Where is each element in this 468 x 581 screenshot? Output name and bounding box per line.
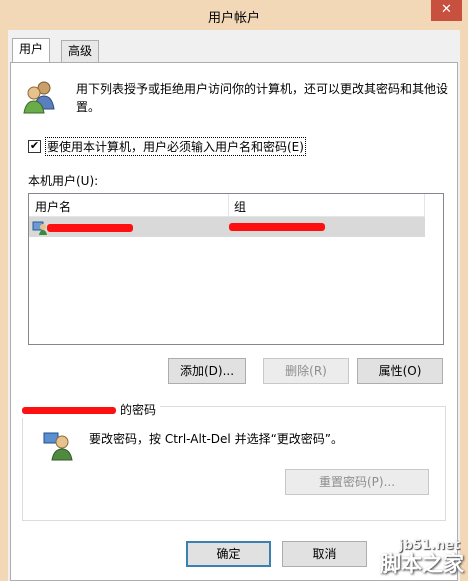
dialog-body: 用户 高级 用下列表授予或拒绝用户访问你的计算机，还可以更改其密码和其他设置。 … bbox=[8, 30, 460, 581]
column-separator[interactable] bbox=[424, 194, 425, 216]
require-login-option[interactable]: ✔ 要使用本计算机，用户必须输入用户名和密码(E) bbox=[28, 137, 306, 156]
reset-password-button[interactable]: 重置密码(P)... bbox=[285, 469, 429, 495]
add-user-button[interactable]: 添加(D)... bbox=[168, 358, 246, 384]
users-icon bbox=[23, 81, 55, 114]
column-username[interactable]: 用户名 bbox=[35, 198, 71, 215]
title-bar: 用户帐户 ✕ bbox=[0, 0, 468, 30]
redacted-group bbox=[229, 223, 325, 231]
checkmark-icon: ✔ bbox=[29, 139, 40, 152]
ok-button[interactable]: 确定 bbox=[186, 541, 271, 567]
table-row[interactable] bbox=[29, 217, 425, 237]
require-login-label: 要使用本计算机，用户必须输入用户名和密码(E) bbox=[45, 137, 306, 156]
close-button[interactable]: ✕ bbox=[431, 0, 462, 21]
change-password-hint: 要改密码，按 Ctrl-Alt-Del 并选择“更改密码”。 bbox=[89, 432, 344, 446]
watermark-name: 脚本之家 bbox=[380, 552, 464, 576]
user-icon bbox=[32, 221, 47, 235]
tab-users[interactable]: 用户 bbox=[12, 38, 51, 62]
column-group[interactable]: 组 bbox=[234, 198, 246, 215]
password-caption-text: 的密码 bbox=[120, 403, 157, 417]
window-title: 用户帐户 bbox=[207, 11, 260, 26]
local-users-label: 本机用户(U): bbox=[28, 174, 99, 188]
tab-advanced[interactable]: 高级 bbox=[61, 40, 100, 62]
remove-user-button[interactable]: 删除(R) bbox=[263, 358, 349, 384]
list-header: 用户名 组 bbox=[29, 194, 425, 217]
password-groupbox bbox=[22, 406, 446, 521]
user-properties-button[interactable]: 属性(O) bbox=[357, 358, 443, 384]
local-users-list[interactable]: 用户名 组 bbox=[28, 193, 444, 345]
password-group-caption: 的密码 bbox=[22, 401, 161, 418]
tab-advanced-label: 高级 bbox=[68, 44, 93, 58]
column-separator[interactable] bbox=[228, 194, 229, 216]
user-password-icon bbox=[43, 432, 73, 461]
require-login-checkbox[interactable]: ✔ bbox=[28, 140, 41, 153]
description-text: 用下列表授予或拒绝用户访问你的计算机，还可以更改其密码和其他设置。 bbox=[76, 82, 449, 114]
watermark: jb51.net 脚本之家 bbox=[328, 531, 468, 581]
close-icon: ✕ bbox=[441, 2, 452, 17]
redacted-username bbox=[47, 224, 133, 232]
tab-users-label: 用户 bbox=[19, 42, 44, 56]
redacted-account-name bbox=[22, 407, 116, 414]
